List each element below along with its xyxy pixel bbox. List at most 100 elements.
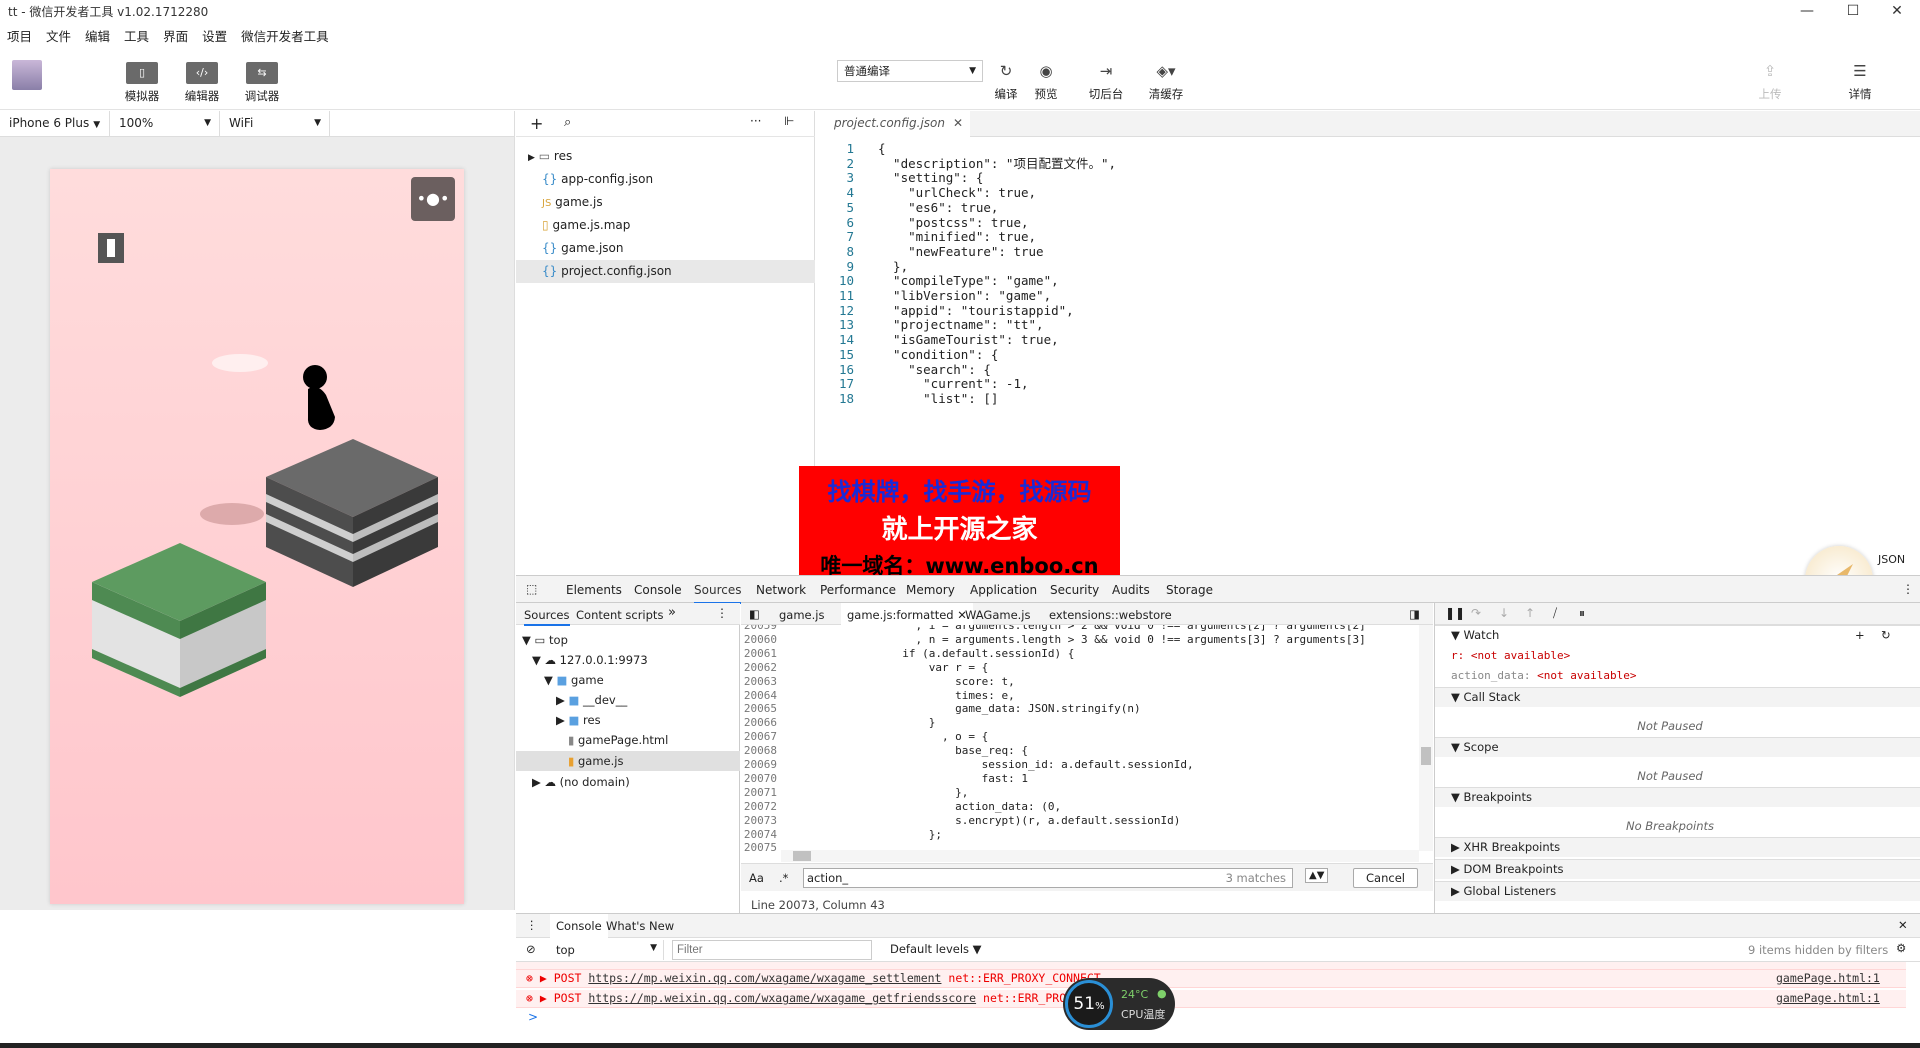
section-call-stack[interactable]: ▼ Call Stack <box>1435 687 1920 707</box>
menu-view[interactable]: 界面 <box>156 22 195 45</box>
clear-cache-button[interactable]: ◈▾ 清缓存 <box>1144 60 1188 102</box>
tree-dev-folder[interactable]: ▶ ■ __dev__ <box>556 693 627 707</box>
section-xhr-breakpoints[interactable]: ▶ XHR Breakpoints <box>1435 837 1920 857</box>
search-prev-next[interactable]: ▲▼ <box>1305 868 1329 883</box>
tab-wagame-js[interactable]: WAGame.js <box>965 608 1031 622</box>
step-out-icon[interactable]: ↑ <box>1525 606 1535 620</box>
avatar[interactable] <box>12 60 42 90</box>
menu-settings[interactable]: 设置 <box>195 22 234 45</box>
collapse-icon[interactable]: ⊩ <box>784 114 794 128</box>
tab-elements[interactable]: Elements <box>566 583 622 597</box>
close-window-button[interactable]: ✕ <box>1874 0 1920 22</box>
menu-file[interactable]: 文件 <box>39 22 78 45</box>
tab-performance[interactable]: Performance <box>820 583 896 597</box>
section-breakpoints[interactable]: ▼ Breakpoints <box>1435 787 1920 807</box>
more-tabs-icon[interactable]: » <box>668 605 676 620</box>
levels-select[interactable]: Default levels ▼ <box>890 942 982 956</box>
details-button[interactable]: ☰ 详情 <box>1846 60 1874 102</box>
network-select[interactable]: WiFi ▼ <box>220 111 330 136</box>
search-icon[interactable]: ⌕ <box>564 115 571 130</box>
section-global-listeners[interactable]: ▶ Global Listeners <box>1435 881 1920 901</box>
menu-tools[interactable]: 工具 <box>117 22 156 45</box>
clear-console-icon[interactable]: ⊘ <box>526 942 536 956</box>
tab-content-scripts[interactable]: Content scripts <box>576 608 663 622</box>
console-error-row[interactable]: ⊗ ▶ POST https://mp.weixin.qq.com/wxagam… <box>516 970 1906 988</box>
tree-item-project-config[interactable]: {} project.config.json <box>516 260 815 283</box>
step-into-icon[interactable]: ↓ <box>1499 606 1509 620</box>
kebab-menu-icon[interactable]: ⋮ <box>1902 582 1914 596</box>
minimize-button[interactable]: — <box>1784 0 1830 22</box>
vertical-scrollbar[interactable] <box>1419 625 1433 851</box>
zoom-select[interactable]: 100% ▼ <box>110 111 220 136</box>
horizontal-scrollbar[interactable] <box>781 850 1419 862</box>
search-input[interactable]: action_ 3 matches <box>803 868 1293 888</box>
tab-network[interactable]: Network <box>756 583 806 597</box>
maximize-button[interactable]: ☐ <box>1830 0 1876 22</box>
gear-icon[interactable]: ⚙ <box>1896 941 1906 955</box>
kebab-menu-icon[interactable]: ⋮ <box>526 918 538 932</box>
tree-gamepage-html[interactable]: ▮ gamePage.html <box>568 733 668 747</box>
pause-on-exceptions-icon[interactable]: ⏸ <box>1579 606 1585 621</box>
tab-console[interactable]: Console <box>634 583 682 597</box>
tab-sources-nav[interactable]: Sources <box>524 608 570 626</box>
tab-extensions-webstore[interactable]: extensions::webstore <box>1049 608 1172 622</box>
close-drawer-icon[interactable]: ✕ <box>1898 918 1908 932</box>
tree-game-js[interactable]: ▮ game.js <box>516 751 740 771</box>
more-icon[interactable]: ··· <box>750 114 761 128</box>
close-icon[interactable]: ✕ <box>953 116 963 130</box>
device-select[interactable]: iPhone 6 Plus ▼ <box>0 111 110 136</box>
menu-project[interactable]: 项目 <box>0 22 39 45</box>
toggle-navigator-icon[interactable]: ◧ <box>749 607 760 621</box>
step-over-icon[interactable]: ↷ <box>1471 606 1481 620</box>
game-canvas[interactable]: •●• <box>50 169 464 904</box>
tab-whats-new[interactable]: What's New <box>606 919 674 933</box>
tree-item-app-config[interactable]: {} app-config.json <box>516 168 815 191</box>
simulator-button[interactable]: ▯ 模拟器 <box>120 62 164 104</box>
source-code[interactable]: 20059 , i = arguments.length > 2 && void… <box>741 625 1419 851</box>
tree-res-folder[interactable]: ▶ ■ res <box>556 713 601 727</box>
cancel-search-button[interactable]: Cancel <box>1353 868 1418 888</box>
tree-item-game-json[interactable]: {} game.json <box>516 237 815 260</box>
console-error-row[interactable]: ⊗ ▶ POST https://mp.weixin.qq.com/wxagam… <box>516 990 1906 1008</box>
upload-button[interactable]: ⇪ 上传 <box>1756 60 1784 102</box>
tab-console-drawer[interactable]: Console <box>550 914 608 938</box>
menu-edit[interactable]: 编辑 <box>78 22 117 45</box>
tab-audits[interactable]: Audits <box>1112 583 1150 597</box>
console-prompt[interactable]: > <box>528 1010 538 1024</box>
context-select[interactable]: top ▼ <box>552 940 664 960</box>
pause-icon[interactable]: ❚❚ <box>1445 606 1465 620</box>
tree-item-res[interactable]: ▶ ▭ res <box>516 145 815 168</box>
tab-game-js[interactable]: game.js <box>779 608 824 622</box>
editor-button[interactable]: ‹/› 编辑器 <box>180 62 224 104</box>
regex-toggle[interactable]: .* <box>779 871 788 885</box>
kebab-menu-icon[interactable]: ⋮ <box>716 606 728 620</box>
tree-game-folder[interactable]: ▼ ■ game <box>544 673 604 687</box>
tree-host[interactable]: ▼ ☁ 127.0.0.1:9973 <box>532 653 648 667</box>
preview-button[interactable]: ◉ 预览 <box>1030 60 1062 102</box>
section-watch[interactable]: ▼ Watch + ↻ <box>1435 625 1920 645</box>
toggle-debugger-icon[interactable]: ◨ <box>1409 607 1420 621</box>
compile-button[interactable]: ↻ 编译 <box>990 60 1022 102</box>
compile-mode-select[interactable]: 普通编译 ▼ <box>837 60 983 82</box>
menu-devtools[interactable]: 微信开发者工具 <box>234 22 336 45</box>
tab-storage[interactable]: Storage <box>1166 583 1213 597</box>
tab-memory[interactable]: Memory <box>906 583 955 597</box>
background-button[interactable]: ⇥ 切后台 <box>1084 60 1128 102</box>
tab-sources[interactable]: Sources <box>694 583 742 604</box>
tree-no-domain[interactable]: ▶ ☁ (no domain) <box>532 775 630 789</box>
match-case-toggle[interactable]: Aa <box>749 871 764 885</box>
tree-item-game-js[interactable]: JS game.js <box>516 191 815 214</box>
debugger-button[interactable]: ⇆ 调试器 <box>240 62 284 104</box>
tab-security[interactable]: Security <box>1050 583 1099 597</box>
section-scope[interactable]: ▼ Scope <box>1435 737 1920 757</box>
console-filter-input[interactable] <box>672 940 872 960</box>
add-icon[interactable]: + <box>530 114 543 133</box>
inspect-icon[interactable]: ⬚ <box>526 582 537 596</box>
tree-item-game-js-map[interactable]: ▯ game.js.map <box>516 214 815 237</box>
language-mode[interactable]: JSON <box>1878 553 1905 566</box>
section-dom-breakpoints[interactable]: ▶ DOM Breakpoints <box>1435 859 1920 879</box>
tab-game-js-formatted[interactable]: game.js:formatted ✕ <box>841 603 973 625</box>
deactivate-breakpoints-icon[interactable]: ⧸ <box>1553 606 1557 621</box>
tab-application[interactable]: Application <box>970 583 1037 597</box>
tree-top[interactable]: ▼ ▭ top <box>522 633 568 647</box>
